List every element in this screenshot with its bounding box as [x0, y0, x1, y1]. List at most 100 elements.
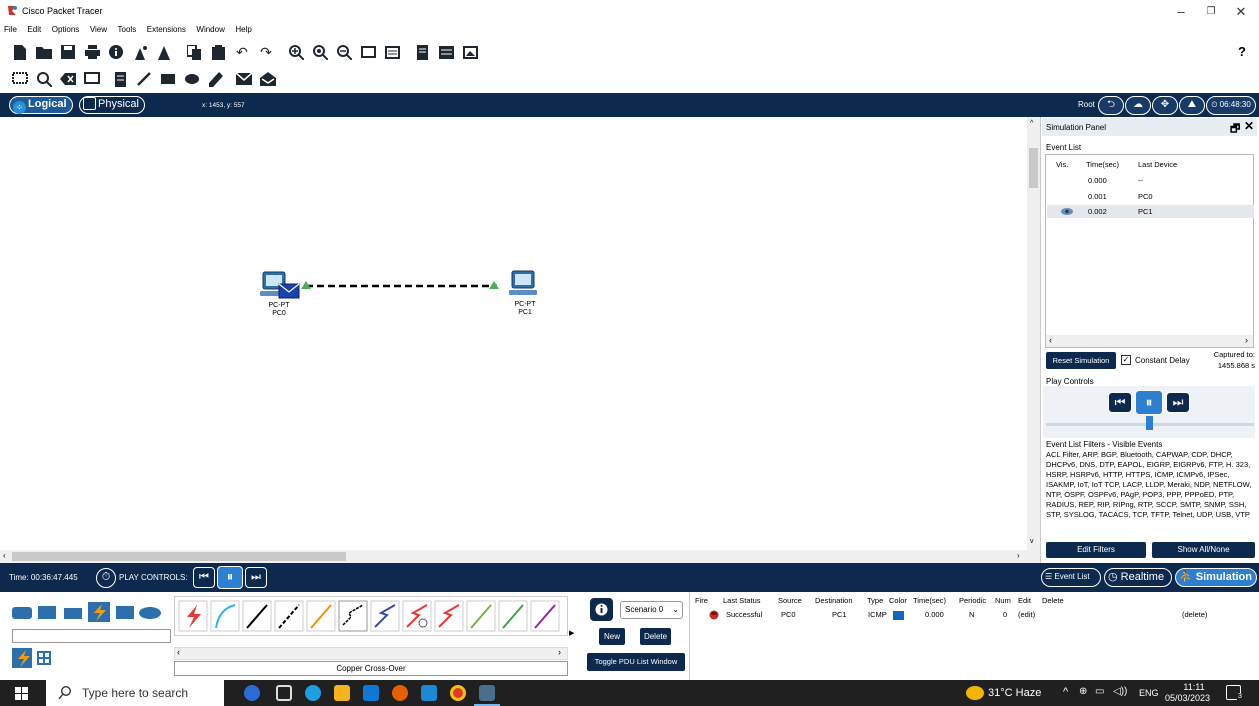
cable-type-list[interactable] — [174, 596, 568, 636]
reset-simulation-button[interactable]: Reset Simulation — [1046, 352, 1116, 369]
network-icon[interactable]: ⊕ — [1079, 686, 1087, 697]
menu-edit[interactable]: Edit — [27, 25, 41, 34]
event-scroll-left-icon[interactable]: ‹ — [1049, 335, 1052, 345]
taskbar-time[interactable]: 11:11 — [1180, 682, 1208, 692]
task-view-icon[interactable] — [276, 685, 292, 701]
maximize-button[interactable]: ❐ — [1196, 2, 1226, 22]
scenario-info-button[interactable] — [590, 598, 613, 621]
redo-icon[interactable]: ↷ — [258, 44, 274, 60]
pdu-row[interactable]: Successful PC0 PC1 ICMP 0.000 N 0 (edit)… — [693, 609, 1257, 621]
menu-help[interactable]: Help — [235, 25, 251, 34]
show-all-none-button[interactable]: Show All/None — [1152, 542, 1255, 558]
draw-line-icon[interactable] — [136, 71, 152, 87]
network-info-icon[interactable] — [156, 44, 172, 60]
zoom-out-icon[interactable] — [336, 44, 352, 60]
navigation-button[interactable]: ✥ — [1152, 96, 1178, 115]
packet-tracer-taskbar-icon[interactable] — [479, 685, 495, 701]
windows-start-icon[interactable] — [15, 687, 28, 700]
drawing-palette-icon[interactable] — [360, 44, 376, 60]
chrome-icon[interactable] — [450, 685, 466, 701]
cable-list-scrollbar[interactable] — [174, 647, 568, 660]
freeform-icon[interactable] — [208, 71, 224, 87]
simulation-mode-button[interactable]: ⛹ Simulation — [1175, 568, 1257, 587]
new-scenario-button[interactable]: New — [599, 628, 625, 645]
reset-time-button[interactable]: ⏱ — [96, 568, 116, 588]
pdu-envelope-icon[interactable] — [278, 283, 300, 299]
panel-expand-icon[interactable]: ▶ — [569, 629, 574, 637]
event-row[interactable]: 0.000 -- — [1047, 174, 1254, 187]
event-list-hscrollbar[interactable] — [1046, 335, 1253, 347]
volume-icon[interactable]: ◁)) — [1113, 686, 1127, 697]
paste-icon[interactable] — [210, 44, 226, 60]
weather-text[interactable]: 31°C Haze — [988, 687, 1041, 699]
menu-tools[interactable]: Tools — [118, 25, 137, 34]
resize-icon[interactable] — [84, 71, 100, 87]
inspect-icon[interactable] — [36, 71, 52, 87]
scroll-down-icon[interactable]: v — [1030, 538, 1034, 545]
speed-slider-handle[interactable] — [1146, 416, 1153, 430]
cable-scroll-right-icon[interactable]: › — [558, 647, 561, 657]
save-icon[interactable] — [60, 44, 76, 60]
back-step-button[interactable]: ⏮ — [1108, 392, 1132, 413]
draw-rectangle-icon[interactable] — [160, 71, 176, 87]
undo-icon[interactable]: ↶ — [234, 44, 250, 60]
activity-wizard-icon[interactable] — [132, 44, 148, 60]
close-button[interactable]: ✕ — [1226, 2, 1256, 22]
input-language[interactable]: ENG — [1139, 688, 1159, 698]
custom-device-dialog-icon[interactable] — [384, 44, 400, 60]
pause-button[interactable]: ⏸ — [1135, 390, 1163, 415]
firefox-icon[interactable] — [392, 685, 408, 701]
event-scroll-right-icon[interactable]: › — [1245, 335, 1248, 345]
back-button[interactable]: ⮌ — [1098, 96, 1124, 115]
screenshot-icon[interactable] — [462, 44, 478, 60]
taskbar-date[interactable]: 05/03/2023 — [1165, 693, 1210, 703]
capture-forward-button[interactable]: ⏭ — [1166, 392, 1190, 413]
menu-extensions[interactable]: Extensions — [147, 25, 186, 34]
clock-button[interactable]: ⏲ 06:48:30 — [1206, 96, 1256, 115]
battery-icon[interactable]: ▭ — [1095, 686, 1104, 697]
new-file-icon[interactable] — [12, 44, 28, 60]
pdu-icon[interactable] — [414, 44, 430, 60]
bing-icon[interactable] — [244, 685, 260, 701]
constant-delay-checkbox[interactable]: ✓ — [1121, 355, 1131, 365]
toggle-pdu-list-button[interactable]: Toggle PDU List Window — [587, 653, 685, 671]
cable-scroll-left-icon[interactable]: ‹ — [177, 647, 180, 657]
add-complex-pdu-icon[interactable] — [260, 71, 276, 87]
scroll-left-icon[interactable]: ‹ — [3, 551, 6, 560]
mail-icon[interactable] — [421, 685, 437, 701]
viewport-button[interactable]: ⛰ — [1179, 96, 1205, 115]
edge-icon[interactable] — [305, 685, 321, 701]
select-icon[interactable] — [12, 71, 28, 87]
taskbar-search[interactable]: Type here to search — [46, 680, 224, 706]
edit-filters-button[interactable]: Edit Filters — [1046, 542, 1146, 558]
realtime-mode-button[interactable]: ◷ Realtime — [1104, 568, 1172, 587]
pdu-delete-link[interactable]: (delete) — [1182, 610, 1207, 619]
vertical-scroll-thumb[interactable] — [1029, 148, 1038, 188]
copy-icon[interactable] — [186, 44, 202, 60]
bottom-pause-button[interactable]: ⏸ — [217, 566, 243, 589]
event-row-selected[interactable]: 0.002 PC1 — [1047, 205, 1254, 218]
event-list-table[interactable]: Vis. Time(sec) Last Device 0.000 -- 0.00… — [1045, 154, 1254, 348]
tab-logical[interactable]: ⁘ Logical — [9, 96, 73, 114]
bottom-forward-button[interactable]: ⏭ — [245, 567, 267, 588]
print-icon[interactable] — [84, 44, 100, 60]
delete-icon[interactable] — [60, 71, 76, 87]
open-folder-icon[interactable] — [36, 44, 52, 60]
undock-icon[interactable]: 🗗 — [1230, 120, 1240, 139]
device-search-box[interactable] — [12, 629, 171, 643]
file-explorer-icon[interactable] — [334, 685, 350, 701]
ipc-icon[interactable] — [438, 44, 454, 60]
scroll-right-icon[interactable]: › — [1017, 551, 1020, 560]
minimize-button[interactable]: – — [1166, 2, 1196, 22]
menu-file[interactable]: File — [4, 25, 17, 34]
menu-options[interactable]: Options — [52, 25, 80, 34]
delete-scenario-button[interactable]: Delete — [640, 628, 671, 645]
scenario-select[interactable]: Scenario 0 ⌄ — [620, 601, 683, 619]
menu-window[interactable]: Window — [196, 25, 224, 34]
show-hidden-icons-icon[interactable]: ^ — [1063, 686, 1068, 698]
panel-close-icon[interactable]: ✕ — [1244, 119, 1254, 133]
help-icon[interactable]: ? — [1238, 44, 1246, 59]
menu-view[interactable]: View — [90, 25, 107, 34]
draw-ellipse-icon[interactable] — [184, 71, 200, 87]
store-icon[interactable] — [363, 685, 379, 701]
